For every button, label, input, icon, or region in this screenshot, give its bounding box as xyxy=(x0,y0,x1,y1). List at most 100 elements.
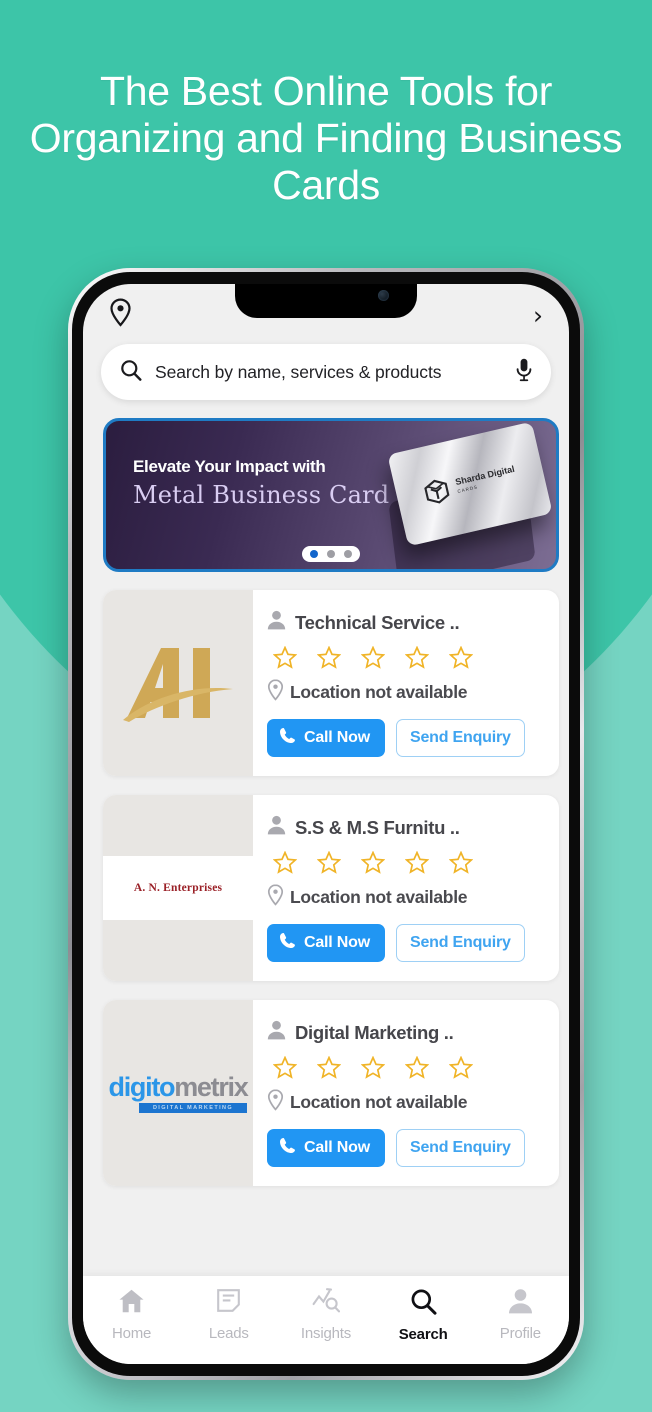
nav-item-home[interactable]: Home xyxy=(89,1288,175,1342)
person-icon xyxy=(267,1020,286,1045)
nav-label-profile: Profile xyxy=(499,1325,541,1342)
phone-mockup-frame: › Search by name, services & products El… xyxy=(68,268,584,1380)
location-pin-icon[interactable] xyxy=(109,298,132,332)
ai-monogram-logo-icon xyxy=(119,640,237,726)
cube-logo-icon xyxy=(422,476,453,507)
call-now-button[interactable]: Call Now xyxy=(267,924,385,962)
business-location-row: Location not available xyxy=(267,1089,543,1116)
carousel-dot-1[interactable] xyxy=(310,550,318,558)
business-logo-thumbnail: A. N. Enterprises xyxy=(103,795,253,981)
star-outline-icon[interactable] xyxy=(449,851,473,874)
business-details: Digital Marketing .. Location not availa… xyxy=(253,1000,559,1186)
star-outline-icon[interactable] xyxy=(273,646,297,669)
nav-label-home: Home xyxy=(111,1325,152,1342)
action-buttons: Call Now Send Enquiry xyxy=(267,719,543,757)
business-location: Location not available xyxy=(290,1092,468,1112)
call-now-button[interactable]: Call Now xyxy=(267,1129,385,1167)
search-icon xyxy=(120,359,142,386)
search-icon xyxy=(410,1288,437,1320)
carousel-dot-2[interactable] xyxy=(327,550,335,558)
star-outline-icon[interactable] xyxy=(361,1056,385,1079)
phone-icon xyxy=(279,1137,296,1159)
digitometrix-logo-tagline: DIGITAL MARKETING xyxy=(138,1102,248,1113)
location-pin-icon xyxy=(267,884,284,911)
person-icon xyxy=(267,610,286,635)
digitometrix-logo-gray: metrix xyxy=(174,1071,249,1102)
call-now-label: Call Now xyxy=(304,729,370,746)
business-listing-list: Technical Service .. Location not availa… xyxy=(103,590,559,1205)
business-name-row: S.S & M.S Furnitu .. xyxy=(267,815,543,840)
business-location: Location not available xyxy=(290,887,468,907)
carousel-dots[interactable] xyxy=(302,546,360,562)
microphone-icon[interactable] xyxy=(516,358,532,387)
business-name: Technical Service .. xyxy=(295,611,460,633)
business-location: Location not available xyxy=(290,682,468,702)
status-badge[interactable] xyxy=(273,1056,543,1079)
status-badge[interactable] xyxy=(273,851,543,874)
phone-bezel: › Search by name, services & products El… xyxy=(72,272,580,1376)
metal-card-brand: Sharda Digital CARDS xyxy=(454,463,517,496)
star-outline-icon[interactable] xyxy=(449,646,473,669)
bottom-navigation-bar: Home Leads Insights Search Profile xyxy=(83,1276,569,1364)
status-badge[interactable] xyxy=(273,646,543,669)
person-icon xyxy=(508,1288,533,1319)
nav-label-leads: Leads xyxy=(208,1325,249,1342)
star-outline-icon[interactable] xyxy=(317,851,341,874)
an-enterprises-logo-text: A. N. Enterprises xyxy=(133,882,223,894)
business-logo-thumbnail xyxy=(103,590,253,776)
action-buttons: Call Now Send Enquiry xyxy=(267,1129,543,1167)
list-item[interactable]: A. N. Enterprises S.S & M.S Furnitu .. L… xyxy=(103,795,559,981)
star-outline-icon[interactable] xyxy=(449,1056,473,1079)
location-pin-icon xyxy=(267,1089,284,1116)
star-outline-icon[interactable] xyxy=(405,646,429,669)
promo-banner-line1: Elevate Your Impact with xyxy=(133,457,326,476)
logo-white-band: A. N. Enterprises xyxy=(103,856,253,920)
search-bar[interactable]: Search by name, services & products xyxy=(101,344,551,400)
promo-banner-line2: Metal Business Card xyxy=(133,481,390,509)
digitometrix-logo: digitometrix DIGITAL MARKETING xyxy=(108,1071,249,1113)
promo-banner-text: Elevate Your Impact with Metal Business … xyxy=(133,457,389,509)
star-outline-icon[interactable] xyxy=(361,851,385,874)
person-icon xyxy=(267,815,286,840)
carousel-dot-3[interactable] xyxy=(344,550,352,558)
action-buttons: Call Now Send Enquiry xyxy=(267,924,543,962)
search-bar-container: Search by name, services & products xyxy=(83,344,569,400)
nav-item-search[interactable]: Search xyxy=(380,1288,466,1343)
star-outline-icon[interactable] xyxy=(317,646,341,669)
phone-icon xyxy=(279,727,296,749)
business-logo-thumbnail: digitometrix DIGITAL MARKETING xyxy=(103,1000,253,1186)
business-name: Digital Marketing .. xyxy=(295,1021,454,1043)
star-outline-icon[interactable] xyxy=(273,1056,297,1079)
star-outline-icon[interactable] xyxy=(317,1056,341,1079)
nav-item-leads[interactable]: Leads xyxy=(186,1288,272,1342)
forward-chevron-icon[interactable]: › xyxy=(533,303,543,328)
star-outline-icon[interactable] xyxy=(405,851,429,874)
call-now-label: Call Now xyxy=(304,1139,370,1156)
business-name: S.S & M.S Furnitu .. xyxy=(295,816,460,838)
page-title: The Best Online Tools for Organizing and… xyxy=(29,68,623,208)
business-details: S.S & M.S Furnitu .. Location not availa… xyxy=(253,795,559,981)
list-item[interactable]: digitometrix DIGITAL MARKETING Digital M… xyxy=(103,1000,559,1186)
nav-item-profile[interactable]: Profile xyxy=(477,1288,563,1342)
promo-banner-carousel[interactable]: Elevate Your Impact with Metal Business … xyxy=(103,418,559,572)
digitometrix-logo-blue: digito xyxy=(108,1071,176,1102)
send-enquiry-button[interactable]: Send Enquiry xyxy=(395,924,525,962)
send-enquiry-button[interactable]: Send Enquiry xyxy=(395,719,525,757)
business-details: Technical Service .. Location not availa… xyxy=(253,590,559,776)
business-location-row: Location not available xyxy=(267,884,543,911)
send-enquiry-button[interactable]: Send Enquiry xyxy=(395,1129,525,1167)
analytics-icon xyxy=(312,1288,341,1319)
star-outline-icon[interactable] xyxy=(273,851,297,874)
list-item[interactable]: Technical Service .. Location not availa… xyxy=(103,590,559,776)
nav-item-insights[interactable]: Insights xyxy=(283,1288,369,1342)
front-camera-icon xyxy=(378,290,389,301)
nav-label-insights: Insights xyxy=(300,1325,352,1342)
call-now-button[interactable]: Call Now xyxy=(267,719,385,757)
app-screen: › Search by name, services & products El… xyxy=(83,284,569,1364)
star-outline-icon[interactable] xyxy=(361,646,385,669)
business-name-row: Technical Service .. xyxy=(267,610,543,635)
business-location-row: Location not available xyxy=(267,679,543,706)
star-outline-icon[interactable] xyxy=(405,1056,429,1079)
search-input[interactable]: Search by name, services & products xyxy=(155,362,503,383)
location-pin-icon xyxy=(267,679,284,706)
